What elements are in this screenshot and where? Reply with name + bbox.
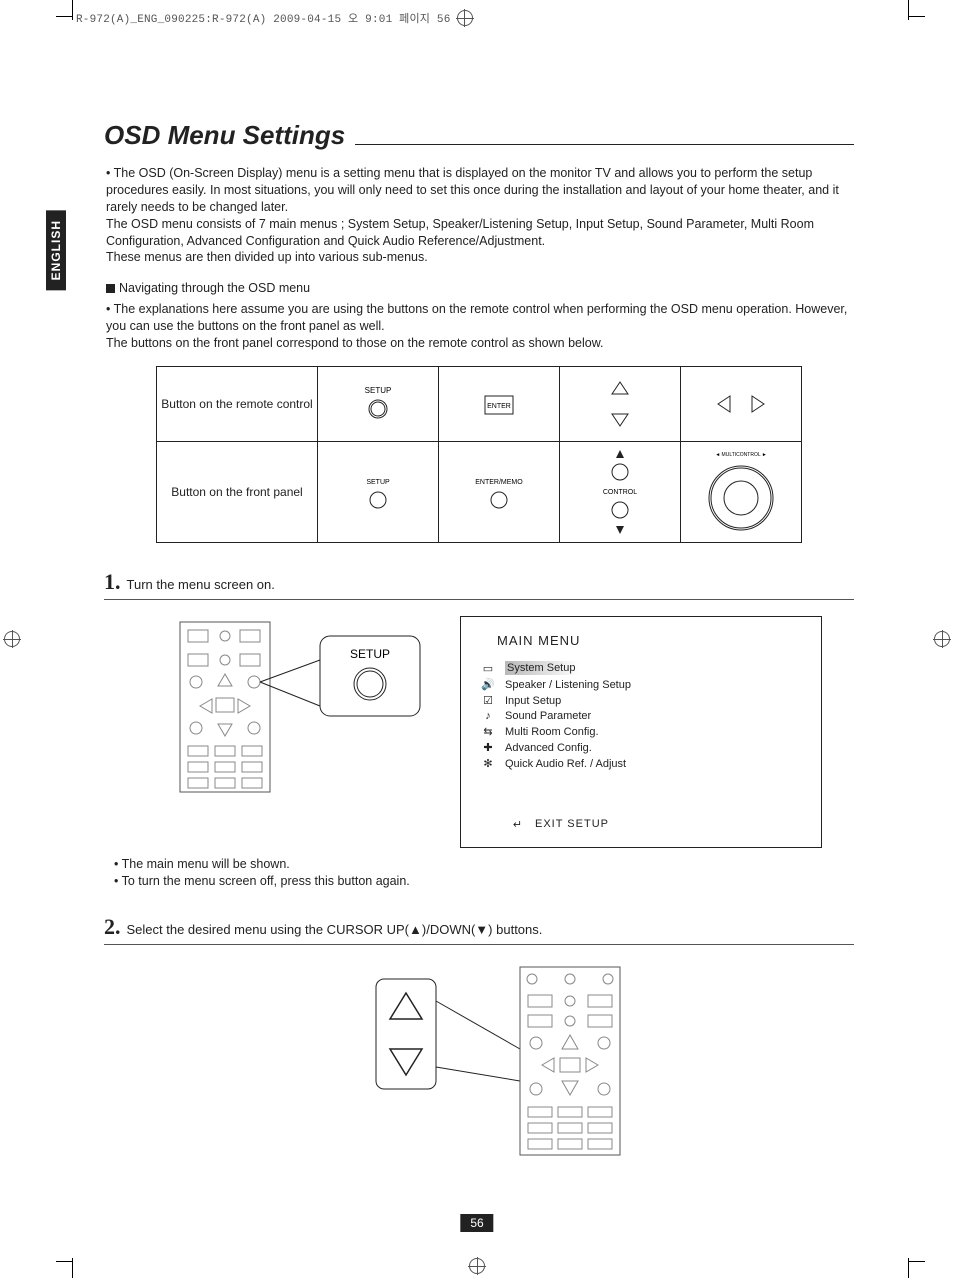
step1-notes: • The main menu will be shown. • To turn…: [114, 856, 854, 890]
registration-mark-icon: [469, 1258, 485, 1274]
square-bullet-icon: [106, 284, 115, 293]
registration-mark-icon: [457, 10, 473, 26]
panel-enter-icon: ENTER/MEMO: [439, 441, 560, 542]
panel-control-icon: CONTROL: [560, 441, 681, 542]
svg-text:SETUP: SETUP: [365, 386, 392, 395]
svg-text:CONTROL: CONTROL: [603, 489, 637, 496]
intro-text: • The OSD (On-Screen Display) menu is a …: [106, 165, 854, 266]
svg-text:ENTER: ENTER: [487, 403, 511, 410]
osd-exit: ↵EXIT SETUP: [511, 818, 801, 831]
registration-mark-icon: [934, 631, 950, 647]
remote-setup-icon: SETUP: [318, 366, 439, 441]
cursor-figure: [170, 961, 854, 1161]
monitor-icon: ▭: [481, 662, 495, 675]
exit-icon: ↵: [511, 818, 525, 831]
osd-item-speaker: 🔊Speaker / Listening Setup: [481, 677, 801, 693]
checkbox-icon: ☑: [481, 694, 495, 707]
remote-enter-icon: ENTER: [439, 366, 560, 441]
plus-icon: ✚: [481, 741, 495, 754]
nav-heading: Navigating through the OSD menu: [106, 280, 854, 297]
svg-text:SETUP: SETUP: [366, 479, 390, 486]
svg-text:◄ MULTICONTROL ►: ◄ MULTICONTROL ►: [715, 452, 767, 458]
language-tab: ENGLISH: [46, 210, 66, 290]
registration-mark-icon: [4, 631, 20, 647]
multiroom-icon: ⇆: [481, 725, 495, 738]
osd-item-system: ▭System Setup: [481, 660, 801, 677]
page-number: 56: [460, 1214, 493, 1232]
svg-text:SETUP: SETUP: [350, 647, 390, 661]
table-row-label: Button on the remote control: [157, 366, 318, 441]
osd-item-sound: ♪Sound Parameter: [481, 709, 801, 724]
remote-updown-icon: [560, 366, 681, 441]
osd-item-quickref: ✻Quick Audio Ref. / Adjust: [481, 756, 801, 772]
panel-setup-icon: SETUP: [318, 441, 439, 542]
speaker-icon: 🔊: [481, 678, 495, 691]
page-title: OSD Menu Settings: [104, 120, 345, 151]
osd-item-multiroom: ⇆Multi Room Config.: [481, 724, 801, 740]
table-row-label: Button on the front panel: [157, 441, 318, 542]
nav-text: • The explanations here assume you are u…: [106, 301, 854, 352]
osd-item-advanced: ✚Advanced Config.: [481, 740, 801, 756]
osd-title: MAIN MENU: [497, 633, 801, 648]
panel-dial-icon: ◄ MULTICONTROL ►: [681, 441, 802, 542]
osd-screen: MAIN MENU ▭System Setup 🔊Speaker / Liste…: [460, 616, 822, 848]
control-mapping-table: Button on the remote control SETUP ENTER…: [156, 366, 802, 543]
step-1-heading: 1. Turn the menu screen on.: [104, 569, 854, 595]
step-2-heading: 2. Select the desired menu using the CUR…: [104, 914, 854, 940]
note-icon: ♪: [481, 710, 495, 722]
svg-text:ENTER/MEMO: ENTER/MEMO: [475, 479, 523, 486]
title-rule: [355, 144, 854, 145]
print-stamp: R-972(A)_ENG_090225:R-972(A) 2009-04-15 …: [76, 10, 473, 26]
remote-figure: SETUP: [170, 616, 430, 806]
gear-icon: ✻: [481, 757, 495, 770]
osd-item-input: ☑Input Setup: [481, 693, 801, 709]
remote-leftright-icon: [681, 366, 802, 441]
